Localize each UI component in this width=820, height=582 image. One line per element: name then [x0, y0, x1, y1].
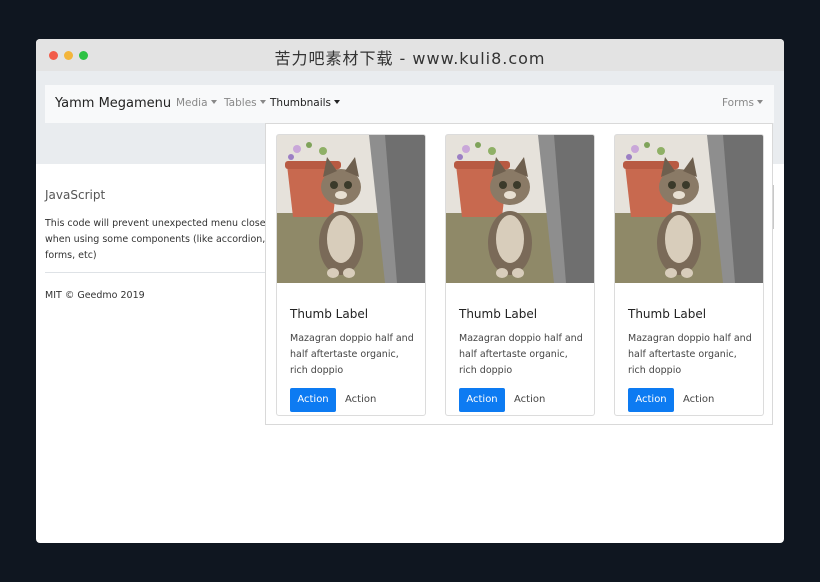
footer-text: MIT © Geedmo 2019 — [45, 290, 145, 301]
card-text: Mazagran doppio half and half aftertaste… — [628, 333, 752, 376]
divider — [45, 272, 267, 273]
card-text: Mazagran doppio half and half aftertaste… — [290, 333, 414, 376]
card-text: Mazagran doppio half and half aftertaste… — [459, 333, 583, 376]
nav-thumbnails[interactable]: Thumbnails — [270, 97, 341, 109]
caret-down-icon — [210, 100, 217, 104]
nav-tables-label: Tables — [224, 97, 257, 109]
section-text: This code will prevent unexpected menu c… — [45, 218, 266, 261]
caret-down-icon — [334, 100, 341, 104]
caret-down-icon — [259, 100, 266, 104]
action-link[interactable]: Action — [514, 388, 545, 412]
card-title: Thumb Label — [290, 307, 369, 321]
action-link[interactable]: Action — [683, 388, 714, 412]
window-title: 苦力吧素材下载 - www.kuli8.com — [274, 49, 546, 68]
navbar-brand[interactable]: Yamm Megamenu — [55, 96, 171, 111]
nav-thumbnails-label: Thumbnails — [270, 97, 332, 109]
kitten-image — [615, 135, 763, 283]
card-title: Thumb Label — [628, 307, 707, 321]
section-title: JavaScript — [45, 188, 106, 202]
action-button[interactable]: Action — [459, 388, 505, 412]
browser-window: 苦力吧素材下载 - www.kuli8.com Yamm Megamenu Me… — [36, 39, 784, 543]
nav-tables[interactable]: Tables — [224, 97, 266, 109]
navbar: Yamm Megamenu Media Tables Thumbnails Fo… — [45, 85, 774, 123]
action-link[interactable]: Action — [345, 388, 376, 412]
kitten-image — [277, 135, 425, 283]
thumbnail-card: Thumb Label Mazagran doppio half and hal… — [445, 134, 595, 416]
nav-media[interactable]: Media — [176, 97, 217, 109]
window-titlebar: 苦力吧素材下载 - www.kuli8.com — [36, 39, 784, 71]
action-button[interactable]: Action — [290, 388, 336, 412]
nav-forms[interactable]: Forms — [722, 97, 763, 109]
card-title: Thumb Label — [459, 307, 538, 321]
thumbnail-card: Thumb Label Mazagran doppio half and hal… — [614, 134, 764, 416]
nav-forms-label: Forms — [722, 97, 754, 109]
action-button[interactable]: Action — [628, 388, 674, 412]
thumbnail-card: Thumb Label Mazagran doppio half and hal… — [276, 134, 426, 416]
thumbnails-dropdown-menu: Thumb Label Mazagran doppio half and hal… — [265, 123, 773, 425]
nav-media-label: Media — [176, 97, 208, 109]
kitten-image — [446, 135, 594, 283]
caret-down-icon — [756, 100, 763, 104]
